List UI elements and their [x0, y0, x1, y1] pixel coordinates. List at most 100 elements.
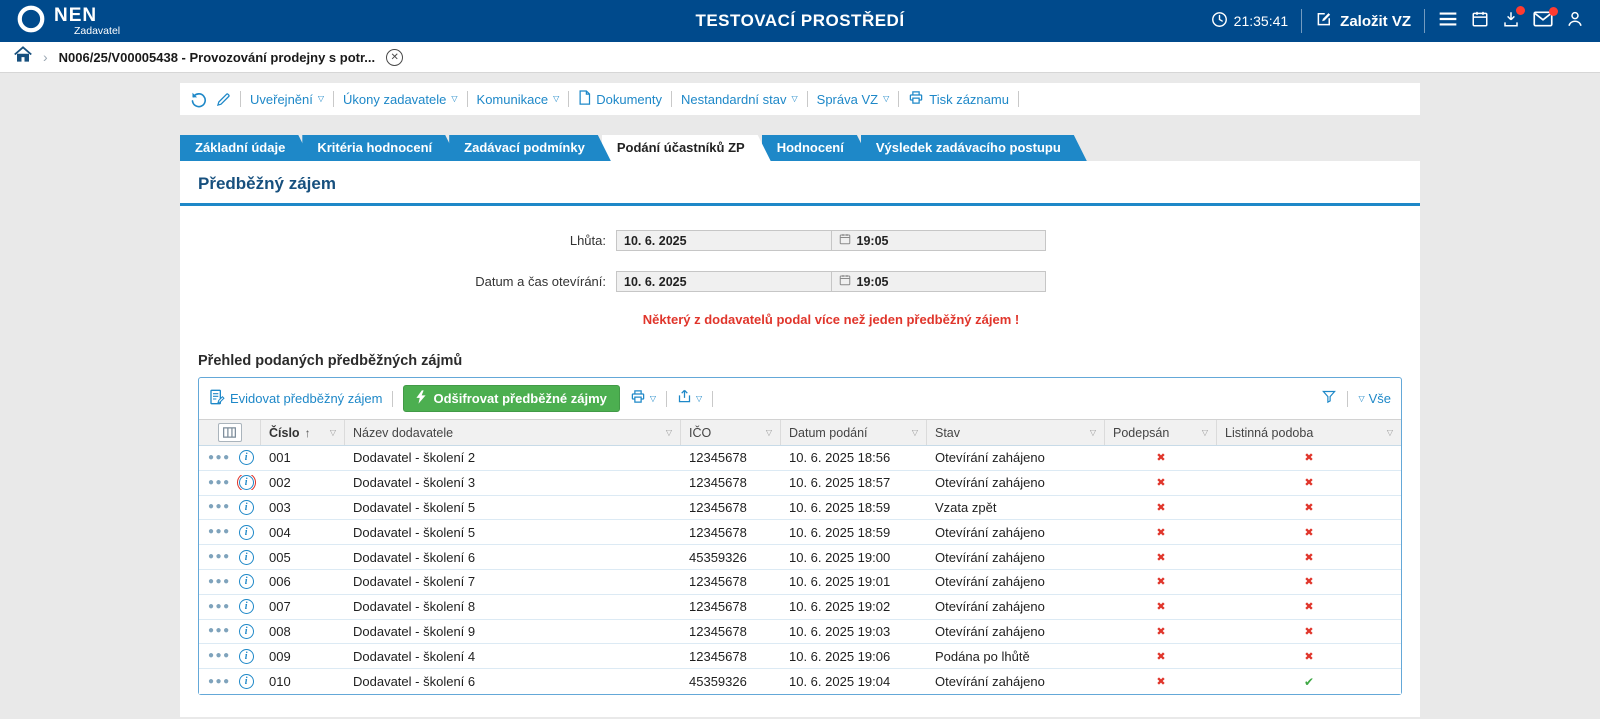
row-menu-icon[interactable]: ●●● [208, 576, 231, 587]
row-menu-icon[interactable]: ●●● [208, 601, 231, 612]
grid-filter-button[interactable] [1321, 389, 1337, 409]
table-row[interactable]: ●●● i 005 Dodavatel - školení 6 45359326… [199, 545, 1401, 570]
brand-subtitle: Zadavatel [74, 24, 121, 37]
info-icon[interactable]: i [238, 574, 254, 590]
menu-tisk-zaznamu[interactable]: Tisk záznamu [908, 90, 1009, 108]
table-row[interactable]: ●●● i 002 Dodavatel - školení 3 12345678… [199, 470, 1401, 496]
filter-dropdown-icon[interactable]: ▽ [662, 428, 672, 437]
decrypt-interests-button[interactable]: Odšifrovat předběžné zájmy [403, 385, 620, 412]
info-icon[interactable]: i [238, 623, 254, 639]
filter-dropdown-icon[interactable]: ▽ [908, 428, 918, 437]
divider [806, 91, 808, 107]
tab-kriteria-hodnoceni[interactable]: Kritéria hodnocení [302, 135, 458, 161]
column-header-cislo[interactable]: Číslo ↑ ▽ [261, 420, 345, 445]
column-header-listinna-podoba[interactable]: Listinná podoba ▽ [1217, 420, 1401, 445]
row-menu-icon[interactable]: ●●● [208, 651, 231, 661]
row-actions-cell: ●●● i [199, 674, 261, 690]
filter-dropdown-icon[interactable]: ▽ [1198, 428, 1208, 437]
tab-podani-ucastniku-zp[interactable]: Podání účastníků ZP [602, 135, 771, 161]
cell-cislo: 010 [269, 674, 291, 690]
row-menu-icon[interactable]: ●●● [208, 552, 231, 562]
menu-nestandardni-stav[interactable]: Nestandardní stav ▽ [681, 92, 798, 107]
row-menu-icon[interactable]: ●●● [208, 477, 231, 488]
column-header-nazev-dodavatele[interactable]: Název dodavatele ▽ [345, 420, 681, 445]
cell-stav: Otevírání zahájeno [935, 524, 1045, 540]
info-icon[interactable]: i [238, 674, 254, 690]
column-header-podepsan[interactable]: Podepsán ▽ [1105, 420, 1217, 445]
column-header-stav[interactable]: Stav ▽ [927, 420, 1105, 445]
info-icon[interactable]: i [238, 499, 254, 515]
tab-zadavaci-podminky[interactable]: Zadávací podmínky [449, 135, 611, 161]
table-row[interactable]: ●●● i 010 Dodavatel - školení 6 45359326… [199, 669, 1401, 694]
home-icon[interactable] [14, 46, 32, 68]
history-button[interactable] [190, 91, 207, 108]
register-interest-button[interactable]: Evidovat předběžný zájem [209, 389, 382, 408]
cell-datum-podani: 10. 6. 2025 19:04 [789, 674, 891, 690]
divider [240, 91, 241, 107]
row-menu-icon[interactable]: ●●● [208, 626, 231, 636]
column-header-datum-podani[interactable]: Datum podání ▽ [781, 420, 927, 445]
close-record-icon[interactable]: ✕ [386, 48, 404, 66]
oteviran-date-field[interactable]: 10. 6. 2025 [616, 271, 832, 292]
filter-dropdown-icon[interactable]: ▽ [1383, 428, 1393, 437]
create-vz-button[interactable]: Založit VZ [1315, 10, 1411, 32]
table-row[interactable]: ●●● i 007 Dodavatel - školení 8 12345678… [199, 594, 1401, 620]
row-actions-cell: ●●● i [199, 450, 261, 466]
calendar-button[interactable] [1471, 10, 1489, 33]
menu-label: Komunikace [476, 91, 549, 107]
field-label-oteviran: Datum a čas otevírání: [475, 274, 606, 289]
column-header-ico[interactable]: IČO ▽ [681, 420, 781, 445]
tab-vysledek-zadavaciho-postupu[interactable]: Výsledek zadávacího postupu [861, 135, 1087, 161]
podepsan-mark-icon: ✖ [1156, 601, 1166, 614]
info-icon[interactable]: i [238, 524, 254, 540]
menu-komunikace[interactable]: Komunikace ▽ [477, 92, 560, 107]
grid-view-select[interactable]: ▽ Vše [1358, 391, 1391, 406]
grid-export-button[interactable]: ▽ [677, 388, 702, 409]
oteviran-time-field[interactable]: 19:05 [830, 271, 1046, 292]
column-settings-icon[interactable] [217, 423, 242, 442]
lhuta-date-field[interactable]: 10. 6. 2025 [616, 230, 832, 251]
chevron-down-icon: ▽ [1358, 393, 1365, 403]
table-row[interactable]: ●●● i 009 Dodavatel - školení 4 12345678… [199, 644, 1401, 670]
tab-hodnoceni[interactable]: Hodnocení [762, 135, 870, 161]
downloads-button[interactable] [1502, 5, 1525, 33]
profile-button[interactable] [1566, 10, 1584, 33]
info-icon[interactable]: i [238, 648, 254, 664]
filter-dropdown-icon[interactable]: ▽ [762, 428, 772, 437]
brand-name: NEN [54, 4, 98, 26]
info-icon[interactable]: i [238, 450, 254, 466]
table-row[interactable]: ●●● i 008 Dodavatel - školení 9 12345678… [199, 619, 1401, 645]
filter-dropdown-icon[interactable]: ▽ [326, 428, 336, 437]
row-menu-icon[interactable]: ●●● [208, 452, 231, 463]
clock-time: 21:35:41 [1233, 13, 1289, 29]
info-icon[interactable]: i [238, 549, 254, 565]
nen-logo[interactable]: NEN Zadavatel [16, 4, 120, 39]
table-row[interactable]: ●●● i 006 Dodavatel - školení 7 12345678… [199, 569, 1401, 595]
menu-ukony-zadavatele[interactable]: Úkony zadavatele ▽ [343, 92, 458, 107]
tab-content: Předběžný zájem Lhůta: 10. 6. 2025 19:05… [180, 161, 1420, 717]
table-row[interactable]: ●●● i 003 Dodavatel - školení 5 12345678… [199, 495, 1401, 521]
menu-dokumenty[interactable]: Dokumenty [578, 90, 662, 108]
menu-uverejneni[interactable]: Uveřejnění ▽ [250, 92, 324, 107]
table-row[interactable]: ●●● i 004 Dodavatel - školení 5 12345678… [199, 520, 1401, 546]
grid-toolbar: Evidovat předběžný zájem Odšifrovat před… [199, 378, 1401, 419]
info-icon[interactable]: i [236, 475, 256, 491]
grid-print-button[interactable]: ▽ [630, 389, 656, 409]
edit-record-button[interactable] [216, 92, 231, 107]
row-menu-icon[interactable]: ●●● [208, 676, 231, 687]
row-menu-icon[interactable]: ●●● [208, 502, 231, 512]
row-menu-icon[interactable]: ●●● [208, 527, 231, 537]
table-row[interactable]: ●●● i 001 Dodavatel - školení 2 12345678… [199, 446, 1401, 471]
info-icon[interactable]: i [238, 599, 254, 615]
messages-button[interactable] [1533, 6, 1558, 32]
menu-sprava-vz[interactable]: Správa VZ ▽ [817, 92, 890, 107]
row-actions-cell: ●●● i [199, 499, 261, 515]
sort-asc-icon: ↑ [304, 425, 311, 440]
breadcrumb-record[interactable]: N006/25/V00005438 - Provozování prodejny… [59, 50, 375, 65]
row-actions-cell: ●●● i [199, 475, 261, 491]
cell-nazev-dodavatele: Dodavatel - školení 6 [353, 674, 476, 690]
lhuta-time-field[interactable]: 19:05 [830, 230, 1046, 251]
menu-button[interactable] [1438, 11, 1458, 32]
tab-zakladni-udaje[interactable]: Základní údaje [180, 135, 311, 161]
filter-dropdown-icon[interactable]: ▽ [1086, 428, 1096, 437]
